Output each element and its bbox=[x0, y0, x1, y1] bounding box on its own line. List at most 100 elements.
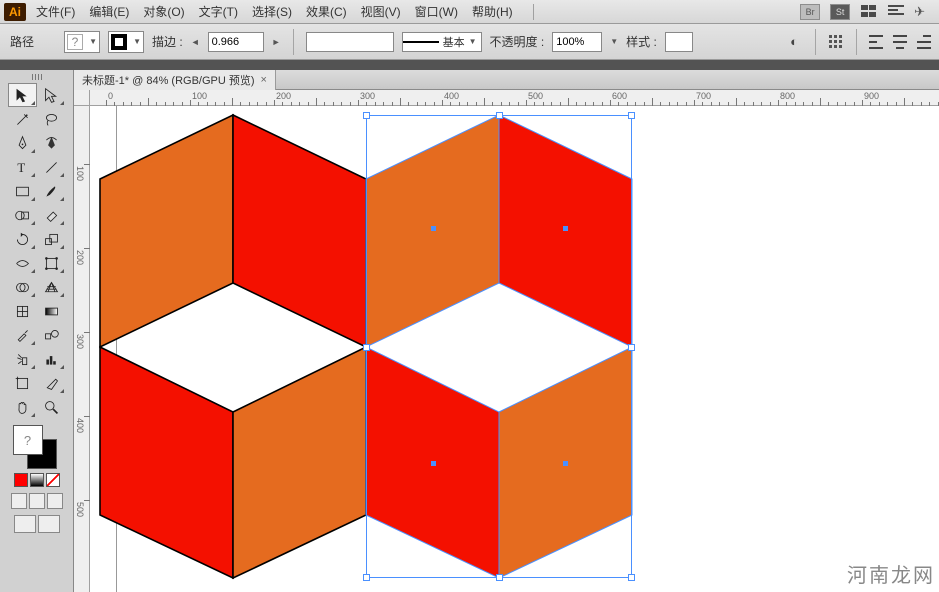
opacity-input[interactable] bbox=[552, 32, 602, 52]
chevron-down-icon[interactable]: ▼ bbox=[610, 37, 618, 46]
menu-type[interactable]: 文字(T) bbox=[199, 3, 238, 20]
menu-object[interactable]: 对象(O) bbox=[143, 3, 184, 20]
type-tool[interactable]: T bbox=[8, 155, 37, 179]
screen-mode-toggle[interactable] bbox=[38, 515, 60, 533]
tools-panel: T ? bbox=[0, 70, 74, 592]
fill-color-swatch[interactable]: ? bbox=[13, 425, 43, 455]
shape-left-top-left[interactable] bbox=[100, 115, 233, 347]
stroke-decrement[interactable]: ◄ bbox=[191, 37, 200, 47]
draw-inside[interactable] bbox=[47, 493, 63, 509]
document-tab[interactable]: 未标题-1* @ 84% (RGB/GPU 预览) × bbox=[74, 70, 276, 90]
draw-behind[interactable] bbox=[29, 493, 45, 509]
options-bar: 路径 ? ▼ ▼ 描边 : ◄ ► 基本 ▼ 不透明度 : ▼ 样式 : ◐ bbox=[0, 24, 939, 60]
stroke-increment[interactable]: ► bbox=[272, 37, 281, 47]
selection-tool[interactable] bbox=[8, 83, 37, 107]
resize-handle-s[interactable] bbox=[496, 574, 503, 581]
ruler-vertical[interactable]: 100200300400500 bbox=[74, 106, 90, 592]
bridge-icon[interactable]: Br bbox=[800, 4, 820, 20]
align-panel-icon[interactable] bbox=[828, 34, 844, 50]
stroke-line-icon bbox=[403, 41, 439, 43]
recolor-artwork-icon[interactable]: ◐ bbox=[785, 33, 803, 51]
draw-mode-row bbox=[11, 493, 63, 509]
blend-tool[interactable] bbox=[37, 323, 66, 347]
stroke-profile-dropdown[interactable]: 基本 ▼ bbox=[402, 32, 482, 52]
menu-view[interactable]: 视图(V) bbox=[361, 3, 401, 20]
free-transform-tool[interactable] bbox=[37, 251, 66, 275]
resize-handle-e[interactable] bbox=[628, 344, 635, 351]
ruler-origin[interactable] bbox=[74, 90, 90, 106]
screen-mode-button[interactable] bbox=[14, 515, 36, 533]
resize-handle-w[interactable] bbox=[363, 344, 370, 351]
brush-definition-dropdown[interactable] bbox=[306, 32, 394, 52]
artboard-tool[interactable] bbox=[8, 371, 37, 395]
draw-normal[interactable] bbox=[11, 493, 27, 509]
menu-edit[interactable]: 编辑(E) bbox=[89, 3, 129, 20]
menu-file[interactable]: 文件(F) bbox=[36, 3, 75, 20]
shape-left-bot-left[interactable] bbox=[100, 347, 233, 578]
shaper-tool[interactable] bbox=[8, 203, 37, 227]
symbol-sprayer-tool[interactable] bbox=[8, 347, 37, 371]
line-tool[interactable] bbox=[37, 155, 66, 179]
watermark-text: 河南龙网 bbox=[847, 559, 935, 588]
shape-builder-tool[interactable] bbox=[8, 275, 37, 299]
eyedropper-tool[interactable] bbox=[8, 323, 37, 347]
stroke-weight-input[interactable] bbox=[208, 32, 264, 52]
pen-tool[interactable] bbox=[8, 131, 37, 155]
rectangle-tool[interactable] bbox=[8, 179, 37, 203]
sync-icon[interactable]: ✈ bbox=[914, 4, 925, 20]
perspective-grid-tool[interactable] bbox=[37, 275, 66, 299]
stroke-swatch[interactable]: ▼ bbox=[108, 31, 144, 53]
arrange-docs-icon[interactable] bbox=[860, 5, 878, 19]
align-center-icon[interactable] bbox=[893, 35, 909, 49]
direct-selection-tool[interactable] bbox=[37, 83, 66, 107]
magic-wand-tool[interactable] bbox=[8, 107, 37, 131]
rotate-tool[interactable] bbox=[8, 227, 37, 251]
ruler-horizontal[interactable]: 0100200300400500600700800900 bbox=[90, 90, 939, 106]
menu-select[interactable]: 选择(S) bbox=[252, 3, 292, 20]
chevron-down-icon: ▼ bbox=[469, 37, 477, 46]
workspace-switcher-icon[interactable] bbox=[888, 5, 904, 19]
close-icon[interactable]: × bbox=[261, 74, 267, 86]
color-mode-gradient[interactable] bbox=[30, 473, 44, 487]
column-graph-tool[interactable] bbox=[37, 347, 66, 371]
slice-tool[interactable] bbox=[37, 371, 66, 395]
shape-left-top-right[interactable] bbox=[233, 115, 366, 347]
gradient-tool[interactable] bbox=[37, 299, 66, 323]
zoom-tool[interactable] bbox=[37, 395, 66, 419]
resize-handle-nw[interactable] bbox=[363, 112, 370, 119]
opacity-label: 不透明度 : bbox=[490, 33, 545, 50]
center-anchor bbox=[431, 461, 436, 466]
center-anchor bbox=[563, 226, 568, 231]
style-label: 样式 : bbox=[626, 33, 657, 50]
lasso-tool[interactable] bbox=[37, 107, 66, 131]
curvature-tool[interactable] bbox=[37, 131, 66, 155]
canvas[interactable]: 河南龙网 bbox=[90, 106, 939, 592]
fill-swatch[interactable]: ? ▼ bbox=[64, 31, 100, 53]
shape-left-bot-right[interactable] bbox=[233, 347, 366, 578]
fill-stroke-control[interactable]: ? bbox=[9, 425, 65, 471]
resize-handle-ne[interactable] bbox=[628, 112, 635, 119]
panel-grip[interactable] bbox=[20, 74, 54, 80]
menu-help[interactable]: 帮助(H) bbox=[472, 3, 513, 20]
selection-bounding-box[interactable] bbox=[366, 115, 632, 578]
scale-tool[interactable] bbox=[37, 227, 66, 251]
graphic-style-swatch[interactable] bbox=[665, 32, 693, 52]
resize-handle-n[interactable] bbox=[496, 112, 503, 119]
eraser-tool[interactable] bbox=[37, 203, 66, 227]
menu-bar: Ai 文件(F) 编辑(E) 对象(O) 文字(T) 选择(S) 效果(C) 视… bbox=[0, 0, 939, 24]
color-mode-none[interactable] bbox=[46, 473, 60, 487]
stroke-preview-icon bbox=[111, 34, 127, 50]
resize-handle-se[interactable] bbox=[628, 574, 635, 581]
mesh-tool[interactable] bbox=[8, 299, 37, 323]
align-left-icon[interactable] bbox=[869, 35, 885, 49]
paintbrush-tool[interactable] bbox=[37, 179, 66, 203]
menu-window[interactable]: 窗口(W) bbox=[415, 3, 458, 20]
color-mode-row bbox=[14, 473, 60, 487]
color-mode-solid[interactable] bbox=[14, 473, 28, 487]
menu-effect[interactable]: 效果(C) bbox=[306, 3, 347, 20]
stock-icon[interactable]: St bbox=[830, 4, 850, 20]
hand-tool[interactable] bbox=[8, 395, 37, 419]
resize-handle-sw[interactable] bbox=[363, 574, 370, 581]
width-tool[interactable] bbox=[8, 251, 37, 275]
align-right-icon[interactable] bbox=[917, 35, 933, 49]
